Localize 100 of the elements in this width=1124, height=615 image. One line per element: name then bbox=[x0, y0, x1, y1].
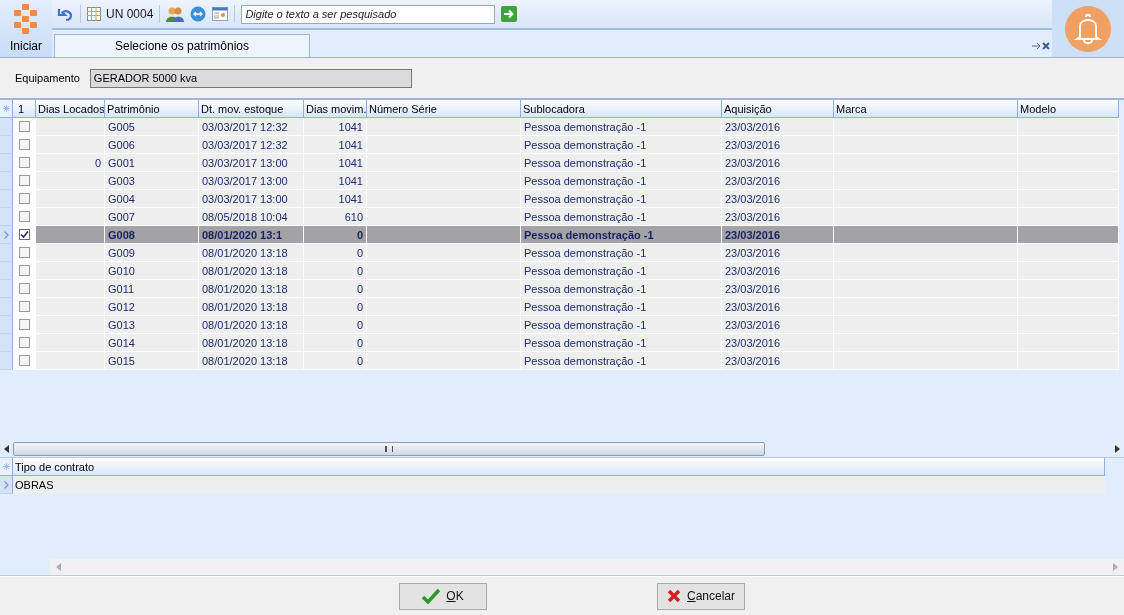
column-header[interactable]: Dt. mov. estoque bbox=[199, 100, 304, 118]
checkbox[interactable] bbox=[18, 247, 30, 258]
table-row[interactable]: G010 08/01/2020 13:18 0 Pessoa demonstração -1 23/03/2016 bbox=[0, 262, 1124, 280]
bell-icon[interactable] bbox=[1065, 5, 1111, 52]
asterisk-icon bbox=[2, 463, 10, 470]
checkbox[interactable] bbox=[18, 175, 30, 186]
table-row[interactable]: G007 08/05/2018 10:04 610 Pessoa demonstração -1 23/03/2016 bbox=[0, 208, 1124, 226]
table-cell: 03/03/2017 13:00 bbox=[202, 174, 288, 187]
table-cell: 03/03/2017 12:32 bbox=[202, 138, 288, 151]
column-header[interactable]: Aquisição bbox=[722, 100, 834, 118]
table-cell: G008 bbox=[108, 228, 135, 241]
column-header[interactable]: 1 bbox=[13, 100, 36, 118]
undo-icon[interactable] bbox=[56, 6, 74, 22]
table-cell: Pessoa demonstração -1 bbox=[524, 300, 647, 313]
column-header[interactable]: Tipo de contrato bbox=[13, 458, 1105, 476]
table-row[interactable]: G011 08/01/2020 13:18 0 Pessoa demonstração -1 23/03/2016 bbox=[0, 280, 1124, 298]
table-cell: 23/03/2016 bbox=[725, 120, 781, 133]
table-row[interactable]: G004 03/03/2017 13:00 1041 Pessoa demonstração -1 23/03/2016 bbox=[0, 190, 1124, 208]
table-cell: G014 bbox=[108, 336, 135, 349]
table-cell: 1041 bbox=[338, 192, 363, 205]
table-cell: G011 bbox=[108, 282, 135, 295]
checkmark-icon bbox=[422, 588, 441, 604]
checkbox[interactable] bbox=[18, 283, 30, 294]
cross-icon bbox=[667, 589, 681, 603]
row-indicator bbox=[0, 208, 13, 226]
column-header[interactable]: Modelo bbox=[1018, 100, 1119, 118]
search-field[interactable]: Digite o texto a ser pesquisado bbox=[241, 4, 496, 24]
table-cell: 03/03/2017 12:32 bbox=[202, 120, 288, 133]
table-row[interactable]: G009 08/01/2020 13:18 0 Pessoa demonstração -1 23/03/2016 bbox=[0, 244, 1124, 262]
table-row[interactable]: 0 G001 03/03/2017 13:00 1041 Pessoa demonstração -1 23/03/2016 bbox=[0, 154, 1124, 172]
row-indicator bbox=[0, 190, 13, 208]
checkbox[interactable] bbox=[18, 337, 30, 348]
close-icon[interactable] bbox=[1042, 42, 1050, 50]
table-row[interactable]: G005 03/03/2017 12:32 1041 Pessoa demonstração -1 23/03/2016 bbox=[0, 118, 1124, 136]
table-cell: 08/01/2020 13:18 bbox=[202, 300, 288, 313]
table-cell: G003 bbox=[108, 174, 135, 187]
table-cell: 23/03/2016 bbox=[725, 228, 781, 241]
checkbox[interactable] bbox=[18, 157, 30, 168]
row-indicator bbox=[0, 316, 13, 334]
checkbox[interactable] bbox=[18, 193, 30, 204]
scroll-left-icon[interactable] bbox=[4, 445, 9, 453]
column-header[interactable]: Dias movim. bbox=[304, 100, 367, 118]
scroll-right-icon[interactable] bbox=[1115, 445, 1120, 453]
checkbox[interactable] bbox=[18, 229, 30, 240]
table-cell: 08/05/2018 10:04 bbox=[202, 210, 288, 223]
row-indicator bbox=[0, 352, 13, 370]
checkbox[interactable] bbox=[18, 121, 30, 132]
table-cell: 08/01/2020 13:1 bbox=[202, 228, 283, 241]
table-cell: Pessoa demonstração -1 bbox=[524, 264, 647, 277]
users-icon[interactable] bbox=[166, 6, 185, 22]
table-cell: 0 bbox=[356, 282, 363, 295]
table-cell: 23/03/2016 bbox=[725, 264, 781, 277]
contact-card-icon[interactable] bbox=[212, 6, 229, 22]
column-header[interactable]: Dias Locados bbox=[36, 100, 105, 118]
start-button[interactable]: Iniciar bbox=[0, 0, 52, 57]
table-row[interactable]: G003 03/03/2017 13:00 1041 Pessoa demonstração -1 23/03/2016 bbox=[0, 172, 1124, 190]
row-indicator bbox=[0, 154, 13, 172]
table-cell: Pessoa demonstração -1 bbox=[524, 138, 647, 151]
table-cell: 23/03/2016 bbox=[725, 300, 781, 313]
table-cell: 1041 bbox=[338, 156, 363, 169]
column-header[interactable]: Número Série bbox=[367, 100, 521, 118]
table-row[interactable]: G015 08/01/2020 13:18 0 Pessoa demonstração -1 23/03/2016 bbox=[0, 352, 1124, 370]
row-indicator bbox=[0, 280, 13, 298]
equipment-field: GERADOR 5000 kva bbox=[89, 68, 412, 88]
table-row[interactable]: G012 08/01/2020 13:18 0 Pessoa demonstração -1 23/03/2016 bbox=[0, 298, 1124, 316]
table-row[interactable]: G006 03/03/2017 12:32 1041 Pessoa demonstração -1 23/03/2016 bbox=[0, 136, 1124, 154]
row-indicator bbox=[0, 334, 13, 352]
table-cell: 0 bbox=[356, 336, 363, 349]
column-header[interactable]: Patrimônio bbox=[105, 100, 199, 118]
cancel-button[interactable]: Cancelar bbox=[657, 582, 745, 610]
sync-icon[interactable] bbox=[190, 6, 207, 22]
table-cell: Pessoa demonstração -1 bbox=[524, 336, 647, 349]
table-cell: 0 bbox=[356, 318, 363, 331]
table-cell: 610 bbox=[344, 210, 363, 223]
go-arrow-icon[interactable] bbox=[501, 6, 518, 22]
table-cell: Pessoa demonstração -1 bbox=[524, 246, 647, 259]
tab[interactable]: Selecione os patrimônios bbox=[54, 34, 310, 57]
row-indicator bbox=[0, 136, 13, 154]
scrollbar-thumb[interactable] bbox=[13, 442, 765, 456]
table-row[interactable]: G014 08/01/2020 13:18 0 Pessoa demonstração -1 23/03/2016 bbox=[0, 334, 1124, 352]
table-cell: Pessoa demonstração -1 bbox=[524, 318, 647, 331]
arrow-icon[interactable] bbox=[1032, 42, 1041, 50]
table-cell: Pessoa demonstração -1 bbox=[524, 156, 647, 169]
ok-button[interactable]: OK bbox=[399, 582, 487, 610]
checkbox[interactable] bbox=[18, 355, 30, 366]
table-cell: 23/03/2016 bbox=[725, 210, 781, 223]
table-cell: 0 bbox=[356, 264, 363, 277]
table-cell: G004 bbox=[108, 192, 135, 205]
checkbox[interactable] bbox=[18, 211, 30, 222]
table-row[interactable]: G008 08/01/2020 13:1 0 Pessoa demonstração -1 23/03/2016 bbox=[0, 226, 1124, 244]
checkbox[interactable] bbox=[18, 301, 30, 312]
unit-selector[interactable]: UN 0004 bbox=[87, 7, 154, 21]
checkbox[interactable] bbox=[18, 319, 30, 330]
column-header[interactable]: Sublocadora bbox=[521, 100, 722, 118]
checkbox[interactable] bbox=[18, 139, 30, 150]
table-cell: 0 bbox=[356, 246, 363, 259]
checkbox[interactable] bbox=[18, 265, 30, 276]
column-header[interactable]: Marca bbox=[834, 100, 1018, 118]
table-row[interactable]: G013 08/01/2020 13:18 0 Pessoa demonstração -1 23/03/2016 bbox=[0, 316, 1124, 334]
table-cell: 03/03/2017 13:00 bbox=[202, 156, 288, 169]
